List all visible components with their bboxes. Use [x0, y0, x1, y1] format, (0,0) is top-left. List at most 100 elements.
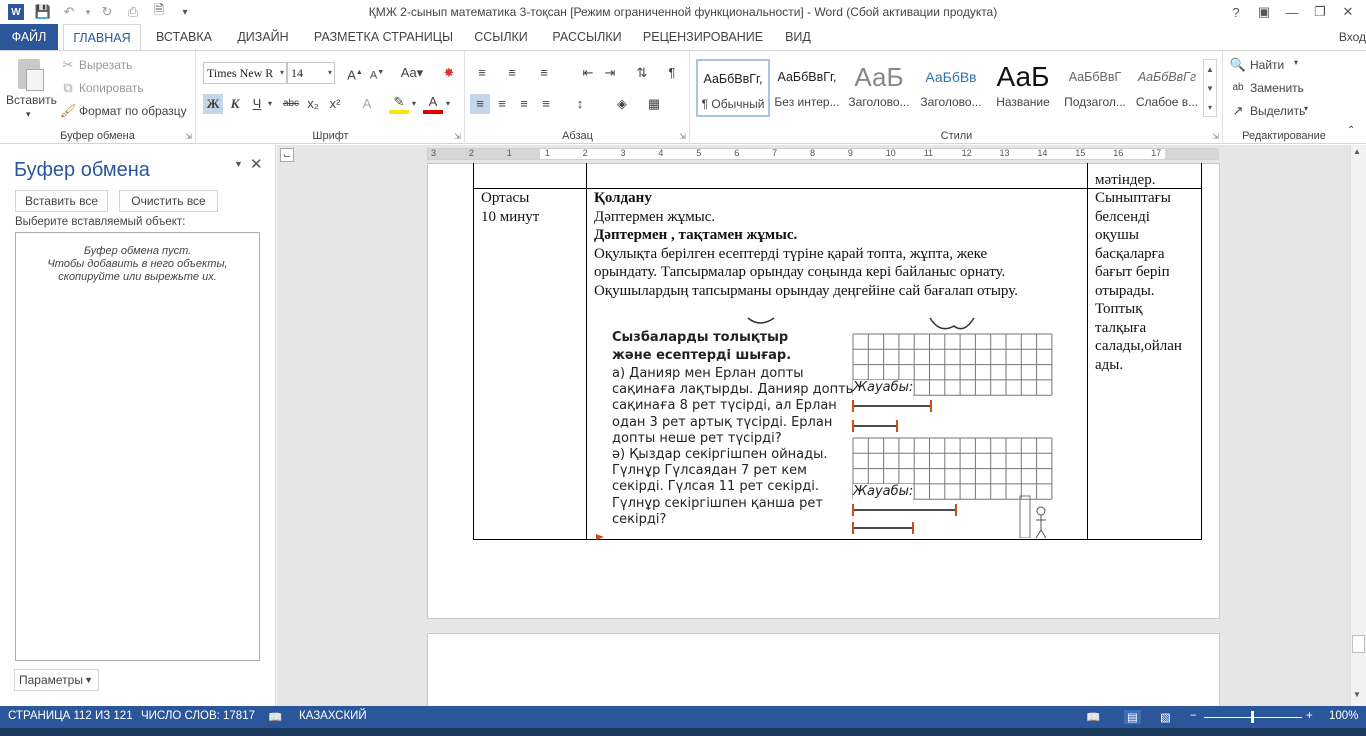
- zoom-in-icon[interactable]: +: [1306, 710, 1313, 722]
- font-color-icon[interactable]: A: [423, 94, 443, 114]
- style-title[interactable]: АаБ Название: [986, 59, 1060, 117]
- page-indicator[interactable]: СТРАНИЦА 112 ИЗ 121: [8, 710, 133, 722]
- subscript-button[interactable]: x₂: [303, 94, 323, 114]
- clipboard-items-list[interactable]: Буфер обмена пуст. Чтобы добавить в него…: [15, 232, 260, 661]
- sign-in-link[interactable]: Вход: [1339, 24, 1366, 50]
- align-right-icon[interactable]: ≡: [514, 94, 534, 114]
- replace-button[interactable]: Заменить: [1250, 81, 1304, 95]
- select-button[interactable]: Выделить: [1250, 104, 1305, 118]
- grow-font-icon[interactable]: A▲: [345, 63, 365, 83]
- multilevel-list-icon[interactable]: ≡: [534, 63, 554, 83]
- justify-icon[interactable]: ≡: [536, 94, 556, 114]
- paste-button[interactable]: [14, 57, 46, 93]
- scroll-thumb[interactable]: [1352, 635, 1365, 653]
- cut-icon[interactable]: ✂: [58, 55, 78, 75]
- font-size-box[interactable]: 14 ▾: [287, 62, 335, 84]
- restore-icon[interactable]: ❐: [1306, 0, 1334, 24]
- font-name-box[interactable]: Times New R ▾: [203, 62, 287, 84]
- highlight-icon[interactable]: ✎: [389, 94, 409, 114]
- tab-review[interactable]: РЕЦЕНЗИРОВАНИЕ: [638, 24, 768, 50]
- collapse-ribbon-icon[interactable]: ⌃: [1347, 125, 1355, 136]
- cut-button[interactable]: Вырезать: [79, 58, 132, 72]
- show-formatting-icon[interactable]: ¶: [662, 63, 682, 83]
- help-icon[interactable]: ?: [1222, 0, 1250, 24]
- copy-button[interactable]: Копировать: [79, 81, 144, 95]
- language-indicator[interactable]: КАЗАХСКИЙ: [299, 710, 367, 722]
- font-launcher-icon[interactable]: ⇲: [454, 132, 461, 141]
- align-center-icon[interactable]: ≡: [492, 94, 512, 114]
- font-name-dropdown-icon[interactable]: ▾: [280, 63, 284, 83]
- tab-file[interactable]: ФАЙЛ: [0, 24, 58, 50]
- style-heading-2[interactable]: АаБбВв Заголово...: [914, 59, 988, 117]
- text-effects-icon[interactable]: A: [357, 94, 377, 114]
- scroll-up-icon[interactable]: ▲: [1353, 147, 1361, 156]
- style-subtle-emphasis[interactable]: АаБбВвГг Слабое в...: [1130, 59, 1204, 117]
- line-spacing-icon[interactable]: ↕: [570, 94, 590, 114]
- tab-mailings[interactable]: РАССЫЛКИ: [541, 24, 633, 50]
- increase-indent-icon[interactable]: ⇥: [600, 63, 620, 83]
- highlight-dropdown-icon[interactable]: ▾: [409, 94, 419, 114]
- shading-icon[interactable]: ◈: [612, 94, 632, 114]
- close-pane-icon[interactable]: ✕: [250, 155, 263, 173]
- paste-dropdown-icon[interactable]: ▾: [26, 109, 31, 120]
- options-button[interactable]: Параметры ▼: [14, 669, 99, 691]
- font-color-dropdown-icon[interactable]: ▾: [443, 94, 453, 114]
- proofing-icon[interactable]: 📖: [268, 710, 282, 724]
- change-case-icon[interactable]: Aa▾: [397, 63, 427, 83]
- format-painter-icon[interactable]: 🖌: [58, 101, 78, 121]
- bullets-icon[interactable]: ≡: [472, 63, 492, 83]
- style-normal[interactable]: АаБбВвГг, ¶ Обычный: [696, 59, 770, 117]
- select-icon[interactable]: ↗: [1228, 101, 1248, 121]
- numbering-icon[interactable]: ≡: [502, 63, 522, 83]
- underline-dropdown-icon[interactable]: ▾: [265, 94, 275, 114]
- scroll-down-icon[interactable]: ▼: [1353, 690, 1361, 699]
- paragraph-launcher-icon[interactable]: ⇲: [679, 132, 686, 141]
- select-dropdown-icon[interactable]: ▾: [1304, 104, 1308, 113]
- textbook-image[interactable]: Сызбаларды толықтыр және есептерді шығар…: [608, 316, 1060, 538]
- print-layout-icon[interactable]: ▤: [1124, 710, 1141, 724]
- tab-design[interactable]: ДИЗАЙН: [227, 24, 299, 50]
- tab-selector-icon[interactable]: ⌙: [280, 148, 294, 162]
- replace-icon[interactable]: ab: [1228, 78, 1248, 98]
- clear-formatting-icon[interactable]: ✸: [439, 63, 459, 83]
- tab-home[interactable]: ГЛАВНАЯ: [63, 24, 141, 51]
- underline-button[interactable]: Ч: [247, 94, 267, 114]
- paste-label[interactable]: Вставить: [6, 93, 57, 107]
- zoom-slider-thumb[interactable]: [1251, 711, 1254, 723]
- tab-insert[interactable]: ВСТАВКА: [146, 24, 222, 50]
- bold-button[interactable]: Ж: [203, 94, 223, 114]
- styles-scroll[interactable]: ▲ ▼ ▾: [1203, 59, 1217, 117]
- decrease-indent-icon[interactable]: ⇤: [578, 63, 598, 83]
- font-size-dropdown-icon[interactable]: ▾: [328, 63, 332, 83]
- style-heading-1[interactable]: АаБ Заголово...: [842, 59, 916, 117]
- sort-icon[interactable]: ⇅: [632, 63, 652, 83]
- strikethrough-button[interactable]: abc: [281, 94, 301, 114]
- align-left-icon[interactable]: ≡: [470, 94, 490, 114]
- find-icon[interactable]: 🔍: [1228, 55, 1248, 75]
- superscript-button[interactable]: x²: [325, 94, 345, 114]
- shrink-font-icon[interactable]: A▼: [367, 63, 387, 83]
- style-no-spacing[interactable]: АаБбВвГг, Без интер...: [770, 59, 844, 117]
- ribbon-display-options-icon[interactable]: ▣: [1250, 0, 1278, 24]
- style-subtitle[interactable]: АаБбВвГ Подзагол...: [1058, 59, 1132, 117]
- tab-layout[interactable]: РАЗМЕТКА СТРАНИЦЫ: [305, 24, 462, 50]
- paste-all-button[interactable]: Вставить все: [15, 190, 108, 212]
- word-count[interactable]: ЧИСЛО СЛОВ: 17817: [141, 710, 255, 722]
- close-window-icon[interactable]: ✕: [1334, 0, 1362, 24]
- minimize-icon[interactable]: —: [1278, 0, 1306, 24]
- tab-references[interactable]: ССЫЛКИ: [466, 24, 536, 50]
- copy-icon[interactable]: ⧉: [58, 78, 78, 98]
- table-cell-stage[interactable]: [473, 188, 587, 540]
- pane-options-icon[interactable]: ▼: [234, 159, 243, 169]
- horizontal-ruler[interactable]: 3 2 1 1 2 3 4 5 6 7 8 9 10 11 12 13 14 15 16 17: [427, 148, 1219, 160]
- borders-icon[interactable]: ▦: [644, 94, 664, 114]
- clear-all-button[interactable]: Очистить все: [119, 190, 218, 212]
- tab-view[interactable]: ВИД: [773, 24, 823, 50]
- italic-button[interactable]: К: [225, 94, 245, 114]
- styles-launcher-icon[interactable]: ⇲: [1212, 132, 1219, 141]
- web-layout-icon[interactable]: ▧: [1160, 710, 1171, 724]
- read-mode-icon[interactable]: 📖: [1086, 710, 1100, 724]
- zoom-level[interactable]: 100%: [1329, 710, 1358, 722]
- zoom-out-icon[interactable]: −: [1190, 710, 1197, 722]
- format-painter-button[interactable]: Формат по образцу: [79, 104, 187, 118]
